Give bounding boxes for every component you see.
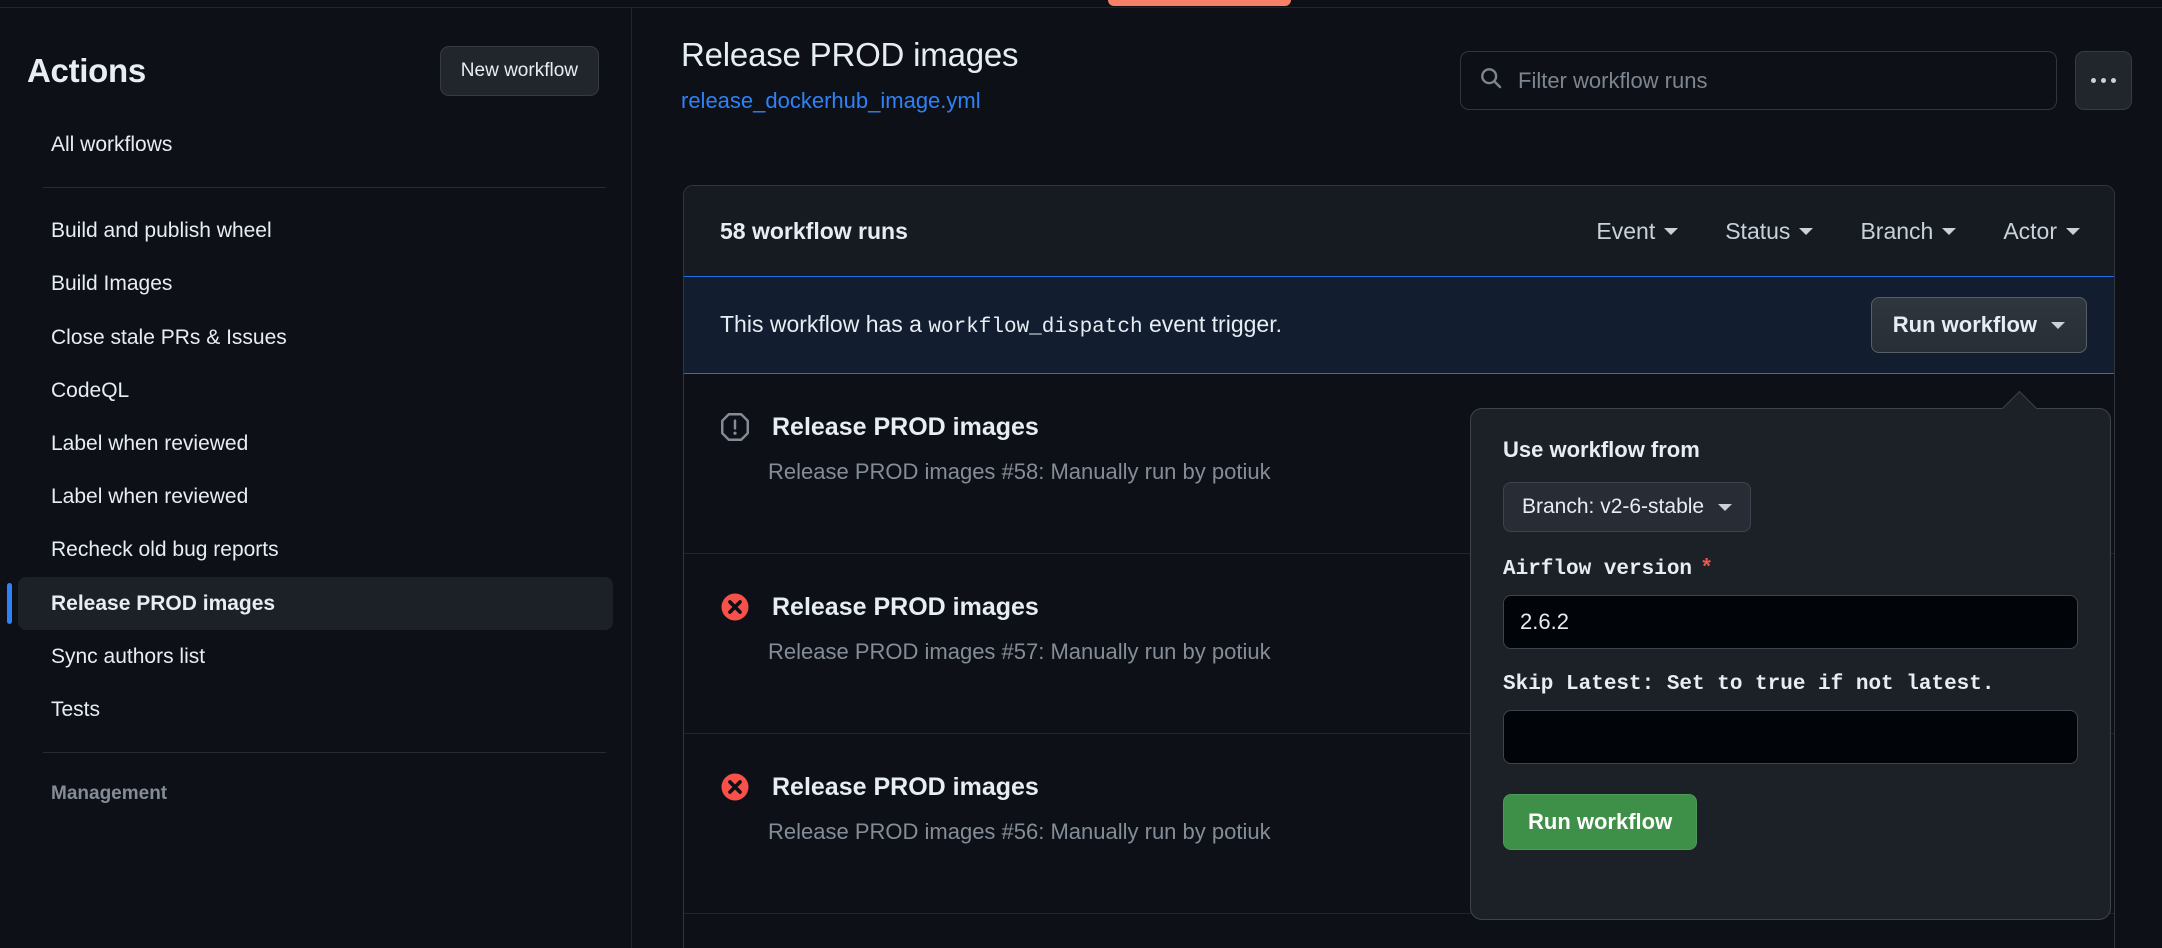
search-input[interactable] bbox=[1518, 67, 2038, 94]
search-input-wrapper[interactable] bbox=[1460, 51, 2057, 110]
filter-label: Actor bbox=[2003, 217, 2057, 244]
page-title: Release PROD images bbox=[681, 36, 1019, 73]
sidebar-item-tests[interactable]: Tests bbox=[18, 683, 613, 736]
runs-header: 58 workflow runs Event Status Branch Actor bbox=[684, 186, 2114, 276]
sidebar-item-build-and-publish-wheel[interactable]: Build and publish wheel bbox=[18, 204, 613, 257]
skip-latest-input[interactable] bbox=[1503, 710, 2078, 764]
kebab-dot bbox=[2111, 78, 2116, 83]
run-title[interactable]: Release PROD images bbox=[772, 593, 1039, 622]
filter-branch[interactable]: Branch bbox=[1860, 217, 1957, 245]
branch-select-value: Branch: v2-6-stable bbox=[1522, 495, 1705, 518]
run-workflow-dropdown-button[interactable]: Run workflow bbox=[1870, 297, 2087, 353]
sidebar-item-codeql[interactable]: CodeQL bbox=[18, 364, 613, 417]
top-navigation-bar bbox=[0, 0, 2162, 8]
sidebar-item-recheck-old-bug-reports[interactable]: Recheck old bug reports bbox=[18, 523, 613, 576]
filter-label: Branch bbox=[1860, 217, 1934, 244]
sidebar-section-management: Management bbox=[51, 783, 168, 805]
sidebar: Actions New workflow All workflows Build… bbox=[0, 8, 632, 948]
required-marker: * bbox=[1700, 556, 1714, 581]
sidebar-item-build-images[interactable]: Build Images bbox=[18, 257, 613, 310]
sidebar-item-close-stale-prs-issues[interactable]: Close stale PRs & Issues bbox=[18, 311, 613, 364]
chevron-down-icon bbox=[1799, 227, 1814, 235]
header-actions bbox=[1460, 51, 2132, 110]
branch-select[interactable]: Branch: v2-6-stable bbox=[1503, 482, 1752, 532]
chevron-down-icon bbox=[1942, 227, 1957, 235]
workflow-file-link[interactable]: release_dockerhub_image.yml bbox=[681, 88, 981, 114]
status-stale-icon bbox=[720, 412, 750, 442]
dispatch-text-before: This workflow has a bbox=[720, 311, 922, 337]
sidebar-divider-top bbox=[43, 187, 606, 189]
sidebar-item-label-when-reviewed[interactable]: Label when reviewed bbox=[18, 417, 613, 470]
dispatch-event-code: workflow_dispatch bbox=[928, 316, 1143, 339]
sidebar-item-release-prod-images[interactable]: Release PROD images bbox=[7, 576, 613, 630]
run-workflow-dropdown-label: Run workflow bbox=[1892, 312, 2037, 337]
run-title[interactable]: Release PROD images bbox=[772, 413, 1039, 442]
airflow-version-label-row: Airflow version * bbox=[1503, 556, 2078, 581]
submit-run-workflow-button[interactable]: Run workflow bbox=[1503, 794, 1698, 850]
chevron-down-icon bbox=[2051, 321, 2065, 329]
sidebar-title: Actions bbox=[27, 52, 146, 89]
use-workflow-from-label: Use workflow from bbox=[1503, 437, 1700, 462]
filter-actor[interactable]: Actor bbox=[2003, 218, 2080, 245]
filter-label: Status bbox=[1725, 217, 1791, 244]
chevron-down-icon bbox=[1664, 227, 1679, 235]
page-title-block: Release PROD images release_dockerhub_im… bbox=[681, 36, 1019, 114]
chevron-down-icon bbox=[1718, 503, 1733, 511]
sidebar-item-label-when-reviewed[interactable]: Label when reviewed bbox=[18, 470, 613, 523]
new-workflow-button[interactable]: New workflow bbox=[439, 46, 599, 96]
status-failure-icon bbox=[720, 772, 750, 802]
dispatch-banner-text: This workflow has a workflow_dispatch ev… bbox=[720, 311, 1282, 339]
skip-latest-label: Skip Latest: Set to true if not latest. bbox=[1503, 673, 1995, 696]
main-header: Release PROD images release_dockerhub_im… bbox=[633, 8, 2162, 114]
sidebar-divider-bottom bbox=[43, 752, 606, 754]
sidebar-header: Actions New workflow bbox=[0, 8, 631, 96]
sidebar-nav-list: All workflows Build and publish wheel Bui… bbox=[0, 118, 631, 819]
sidebar-workflow-items: Build and publish wheel Build Images Close… bbox=[7, 204, 613, 736]
sidebar-item-all-workflows[interactable]: All workflows bbox=[18, 118, 613, 171]
workflow-runs-count: 58 workflow runs bbox=[720, 217, 908, 244]
kebab-dot bbox=[2101, 78, 2106, 83]
filter-status[interactable]: Status bbox=[1725, 217, 1814, 245]
airflow-version-label: Airflow version bbox=[1503, 558, 1693, 581]
dispatch-text-after: event trigger. bbox=[1149, 311, 1282, 337]
run-workflow-panel: Use workflow from Branch: v2-6-stable Ai… bbox=[1470, 408, 2111, 920]
page-root: Actions New workflow All workflows Build… bbox=[0, 0, 2162, 948]
sidebar-item-sync-authors-list[interactable]: Sync authors list bbox=[18, 630, 613, 683]
active-tab-indicator bbox=[1108, 0, 1291, 6]
search-icon bbox=[1479, 66, 1503, 95]
workflow-dispatch-banner: This workflow has a workflow_dispatch ev… bbox=[684, 276, 2114, 374]
chevron-down-icon bbox=[2066, 227, 2080, 235]
runs-filter-group: Event Status Branch Actor bbox=[1596, 218, 2080, 245]
filter-label: Event bbox=[1596, 217, 1656, 244]
run-title[interactable]: Release PROD images bbox=[772, 773, 1039, 802]
status-failure-icon bbox=[720, 592, 750, 622]
kebab-dot bbox=[2091, 78, 2096, 83]
more-options-button[interactable] bbox=[2075, 51, 2132, 110]
filter-event[interactable]: Event bbox=[1596, 217, 1679, 245]
airflow-version-input[interactable] bbox=[1503, 595, 2078, 649]
